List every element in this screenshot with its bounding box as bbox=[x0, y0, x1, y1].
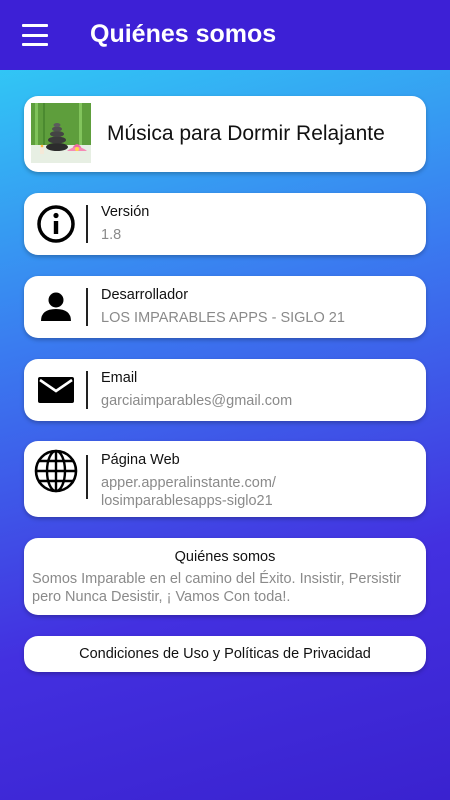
person-icon bbox=[34, 285, 78, 329]
email-card[interactable]: Email garciaimparables@gmail.com bbox=[24, 359, 426, 421]
about-title: Quiénes somos bbox=[174, 549, 276, 565]
website-label: Página Web bbox=[101, 452, 180, 468]
divider bbox=[86, 455, 88, 499]
developer-value: LOS IMPARABLES APPS - SIGLO 21 bbox=[101, 310, 345, 326]
website-value-line-1: apper.apperalinstante.com/ bbox=[101, 475, 276, 491]
website-link[interactable]: apper.apperalinstante.com/ losimparables… bbox=[101, 474, 276, 510]
website-value-line-2: losimparablesapps-siglo21 bbox=[101, 493, 273, 509]
info-circle-icon bbox=[34, 202, 78, 246]
website-card[interactable]: Página Web apper.apperalinstante.com/ lo… bbox=[24, 441, 426, 517]
divider bbox=[86, 371, 88, 409]
divider bbox=[86, 205, 88, 243]
terms-label: Condiciones de Uso y Políticas de Privac… bbox=[79, 646, 371, 662]
developer-label: Desarrollador bbox=[101, 287, 189, 303]
version-label: Versión bbox=[101, 204, 150, 220]
globe-icon bbox=[34, 449, 78, 493]
app-thumbnail bbox=[31, 103, 91, 163]
terms-button[interactable]: Condiciones de Uso y Políticas de Privac… bbox=[24, 636, 426, 672]
app-name: Música para Dormir Relajante bbox=[107, 122, 385, 145]
email-label: Email bbox=[101, 370, 138, 386]
page-title: Quiénes somos bbox=[90, 20, 277, 48]
about-text: Somos Imparable en el camino del Éxito. … bbox=[32, 571, 402, 605]
version-card: Versión 1.8 bbox=[24, 193, 426, 255]
developer-card: Desarrollador LOS IMPARABLES APPS - SIGL… bbox=[24, 276, 426, 338]
app-card: Música para Dormir Relajante bbox=[24, 96, 426, 172]
about-card: Quiénes somos Somos Imparable en el cami… bbox=[24, 538, 426, 615]
divider bbox=[86, 288, 88, 326]
app-bar: Quiénes somos bbox=[0, 0, 450, 70]
hamburger-menu-icon[interactable] bbox=[22, 24, 48, 46]
version-value: 1.8 bbox=[101, 227, 122, 243]
email-value[interactable]: garciaimparables@gmail.com bbox=[101, 392, 292, 410]
mail-icon bbox=[34, 368, 78, 412]
